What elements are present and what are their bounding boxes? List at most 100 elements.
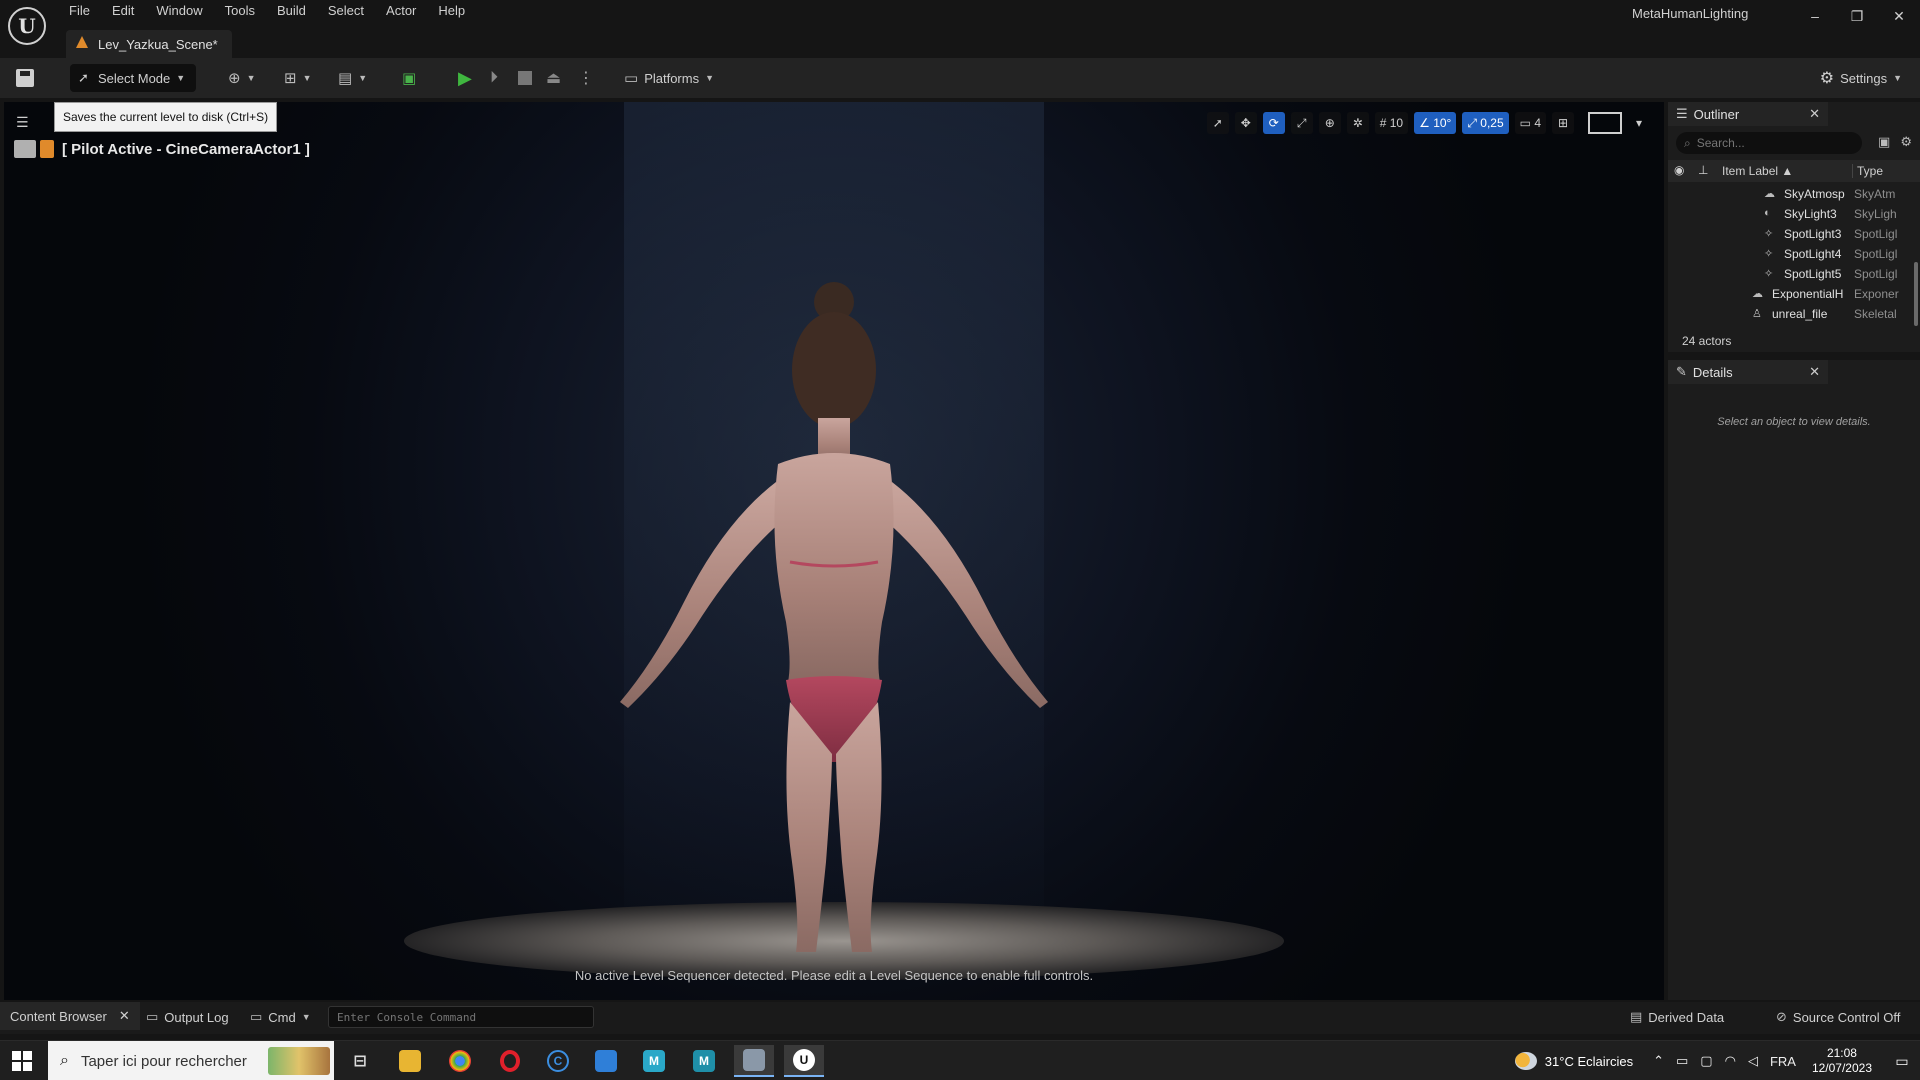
windows-start-icon[interactable] <box>12 1051 32 1071</box>
clock[interactable]: 21:08 12/07/2023 <box>1812 1046 1872 1076</box>
level-viewport[interactable]: ☰ [ Pilot Active - CineCameraActor1 ] ➚ … <box>4 102 1664 1000</box>
play-button[interactable]: ▶ <box>458 64 472 92</box>
outliner-row[interactable]: ◐ SkyLight3 SkyLigh <box>1668 204 1920 224</box>
add-actor-button[interactable]: ⊕ ▼ <box>228 64 256 92</box>
outliner-scrollbar[interactable] <box>1914 262 1918 326</box>
close-icon[interactable]: ✕ <box>1809 364 1820 380</box>
content-browser-tab[interactable]: Content Browser ✕ <box>0 1002 140 1030</box>
outliner-row[interactable]: ♙ unreal_file Skeletal <box>1668 304 1920 324</box>
blueprints-button[interactable]: ⊞ ▼ <box>284 64 312 92</box>
outliner-search-box[interactable]: ⌕ <box>1676 132 1862 154</box>
outliner-row-type: Skeletal <box>1854 307 1897 321</box>
weather-widget[interactable]: 31°C Eclaircies <box>1514 1052 1633 1070</box>
select-tool-icon[interactable]: ➚ <box>1206 112 1229 134</box>
menu-edit[interactable]: Edit <box>101 0 145 24</box>
level-document-tab[interactable]: Lev_Yazkua_Scene* <box>66 30 232 58</box>
chevron-down-icon: ▼ <box>246 73 256 83</box>
details-tab[interactable]: ✎ Details ✕ <box>1668 360 1828 384</box>
details-empty-message: Select an object to view details. <box>1717 416 1871 428</box>
menu-select[interactable]: Select <box>317 0 375 24</box>
derived-data-button[interactable]: ▤ Derived Data <box>1630 1009 1724 1025</box>
translate-tool-icon[interactable]: ✥ <box>1234 112 1257 134</box>
menu-file[interactable]: File <box>58 0 101 24</box>
rotation-snap-button[interactable]: ∠ 10° <box>1414 112 1457 134</box>
launcher-icon[interactable] <box>734 1045 774 1077</box>
console-command-field[interactable] <box>328 1006 594 1028</box>
task-view-icon[interactable]: ⊟ <box>340 1045 380 1077</box>
eject-button[interactable]: ⏏ <box>546 64 561 92</box>
close-icon[interactable]: ✕ <box>1809 106 1820 122</box>
console-command-input[interactable] <box>329 1007 593 1027</box>
platforms-icon: ▭ <box>624 70 639 87</box>
outliner-search-input[interactable] <box>1696 136 1847 150</box>
outliner-row[interactable]: ☁ SkyAtmosp SkyAtm <box>1668 184 1920 204</box>
world-space-icon[interactable]: ⊕ <box>1318 112 1341 134</box>
character-model[interactable] <box>564 142 1104 962</box>
outliner-row[interactable]: ✧ SpotLight5 SpotLigl <box>1668 264 1920 284</box>
rotation-snap-value: 10° <box>1433 116 1452 130</box>
taskbar-search[interactable]: ⌕ Taper ici pour rechercher <box>48 1041 334 1080</box>
metahuman-button[interactable]: ▣ <box>402 64 416 92</box>
meet-icon[interactable]: ▢ <box>1700 1053 1712 1069</box>
wifi-icon[interactable]: ◠ <box>1725 1053 1736 1069</box>
outliner-list: ☁ SkyAtmosp SkyAtm ◐ SkyLight3 SkyLigh ✧… <box>1668 184 1920 324</box>
opera-icon[interactable] <box>490 1045 530 1077</box>
menu-tools[interactable]: Tools <box>214 0 266 24</box>
gear-icon[interactable]: ⚙ <box>1900 134 1912 150</box>
output-log-button[interactable]: ▭ Output Log <box>146 1009 229 1025</box>
visibility-eye-icon[interactable]: ◉ <box>1674 163 1684 177</box>
menu-window[interactable]: Window <box>145 0 213 24</box>
cinematics-button[interactable]: ▤ ▼ <box>338 64 367 92</box>
surface-snap-icon[interactable]: ✲ <box>1346 112 1369 134</box>
menu-actor[interactable]: Actor <box>375 0 427 24</box>
notifications-icon[interactable]: ▭ <box>1884 1053 1920 1070</box>
platforms-dropdown[interactable]: ▭ Platforms ▼ <box>624 64 714 92</box>
language-indicator[interactable]: FRA <box>1770 1054 1796 1069</box>
window-app-icon[interactable] <box>586 1045 626 1077</box>
grid-snap-button[interactable]: # 10 <box>1374 112 1409 134</box>
rotate-tool-icon[interactable]: ⟳ <box>1262 112 1285 134</box>
eject-pilot-icon[interactable] <box>14 140 36 158</box>
scale-tool-icon[interactable]: ⤢ <box>1290 112 1313 134</box>
pin-icon[interactable]: ⊥ <box>1698 163 1708 177</box>
unreal-engine-icon[interactable]: U <box>784 1045 824 1077</box>
camera-speed-button[interactable]: ▭ 4 <box>1514 112 1546 134</box>
outliner-tab[interactable]: ☰ Outliner ✕ <box>1668 102 1828 126</box>
source-control-button[interactable]: ⊘ Source Control Off <box>1776 1009 1900 1025</box>
unreal-logo-icon[interactable]: U <box>8 7 46 45</box>
save-button[interactable] <box>12 64 38 92</box>
close-icon[interactable]: ✕ <box>119 1008 130 1024</box>
chevron-down-icon[interactable]: ▾ <box>1628 112 1650 134</box>
volume-icon[interactable]: ◁ <box>1748 1053 1758 1069</box>
maya-icon[interactable]: M <box>634 1045 674 1077</box>
outliner-row[interactable]: ✧ SpotLight3 SpotLigl <box>1668 224 1920 244</box>
outliner-row[interactable]: ☁ ExponentialH Exponer <box>1668 284 1920 304</box>
settings-dropdown[interactable]: ⚙ Settings ▼ <box>1820 64 1902 92</box>
chevron-up-icon[interactable]: ⌃ <box>1653 1053 1664 1069</box>
maya-lt-icon[interactable]: M <box>684 1045 724 1077</box>
restore-button[interactable]: ❐ <box>1836 0 1878 32</box>
outliner-row[interactable]: ✧ SpotLight4 SpotLigl <box>1668 244 1920 264</box>
type-column[interactable]: Type <box>1852 164 1883 178</box>
device-icon[interactable]: ▭ <box>1676 1053 1688 1069</box>
minimize-button[interactable]: – <box>1794 0 1836 32</box>
advance-frame-button[interactable]: ⏵ <box>490 64 498 92</box>
stop-button[interactable] <box>518 64 532 92</box>
add-folder-icon[interactable]: ▣ <box>1878 134 1890 150</box>
pilot-camera-label[interactable]: [ Pilot Active - CineCameraActor1 ] <box>14 140 310 158</box>
cmd-dropdown[interactable]: ▭ Cmd ▼ <box>250 1009 311 1025</box>
viewport-options-menu-icon[interactable]: ☰ <box>16 114 29 131</box>
play-options-button[interactable]: ⋮ <box>578 64 594 92</box>
menu-build[interactable]: Build <box>266 0 317 24</box>
maximize-viewport-icon[interactable]: ⊞ <box>1552 112 1574 134</box>
scale-snap-button[interactable]: ⤢ 0,25 <box>1462 112 1509 134</box>
select-mode-dropdown[interactable]: ➚ Select Mode ▼ <box>70 64 196 92</box>
close-window-button[interactable]: ✕ <box>1878 0 1920 32</box>
outliner-row-name: SkyAtmosp <box>1784 187 1845 201</box>
viewport-layout-icon[interactable] <box>1588 112 1622 134</box>
file-explorer-icon[interactable] <box>390 1045 430 1077</box>
item-label-column[interactable]: Item Label ▲ <box>1722 164 1793 178</box>
chrome-icon[interactable] <box>440 1045 480 1077</box>
ccleaner-icon[interactable]: C <box>538 1045 578 1077</box>
menu-help[interactable]: Help <box>427 0 476 24</box>
